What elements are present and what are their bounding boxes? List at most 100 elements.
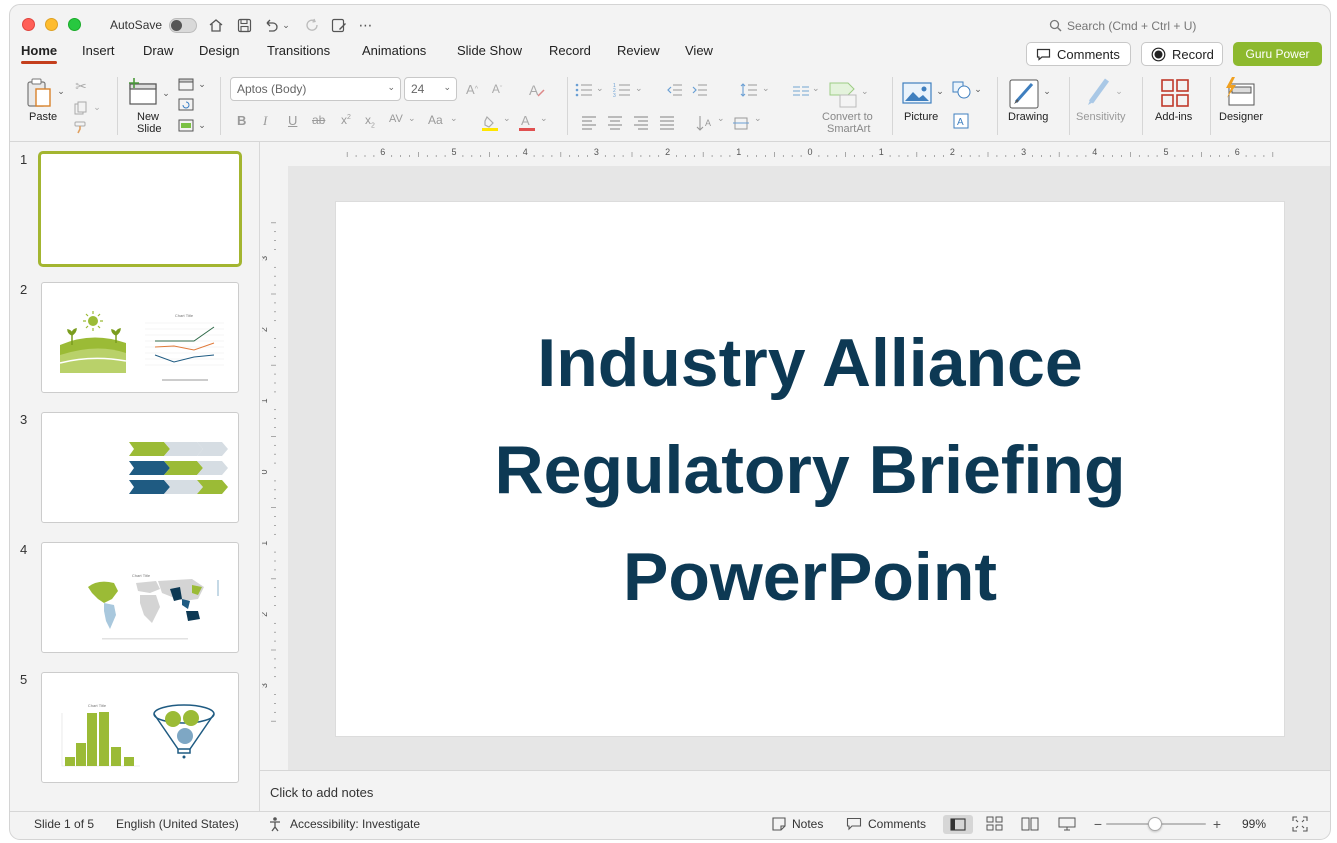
tab-record[interactable]: Record bbox=[549, 43, 591, 58]
section-dropdown-icon[interactable]: ⌄ bbox=[197, 119, 207, 131]
bullets-icon[interactable] bbox=[575, 83, 593, 97]
undo-icon[interactable] bbox=[262, 17, 280, 33]
increase-indent-icon[interactable] bbox=[692, 84, 708, 97]
section-icon[interactable] bbox=[177, 118, 195, 132]
reset-slide-icon[interactable] bbox=[177, 97, 195, 111]
align-right-icon[interactable] bbox=[633, 116, 649, 130]
slide-sorter-icon[interactable] bbox=[986, 816, 1004, 832]
layout-dropdown-icon[interactable]: ⌄ bbox=[197, 78, 207, 90]
highlight-icon[interactable] bbox=[481, 114, 499, 132]
more-commands-icon[interactable]: ⋯ bbox=[357, 17, 375, 33]
font-name-select[interactable]: Aptos (Body) ⌄ bbox=[230, 77, 401, 101]
accessibility-status[interactable]: Accessibility: Investigate bbox=[290, 817, 420, 831]
picture-icon[interactable] bbox=[902, 80, 932, 106]
numbering-icon[interactable]: 123 bbox=[613, 83, 631, 99]
notes-icon[interactable] bbox=[771, 817, 787, 831]
decrease-indent-icon[interactable] bbox=[667, 84, 683, 97]
slide-thumbnail-5[interactable]: Chart Title bbox=[41, 672, 239, 783]
subscript-icon[interactable]: x2 bbox=[365, 113, 375, 129]
line-spacing-icon[interactable] bbox=[740, 82, 758, 98]
language-indicator[interactable]: English (United States) bbox=[116, 817, 239, 831]
paste-icon[interactable] bbox=[25, 77, 55, 111]
zoom-window-button[interactable] bbox=[68, 18, 81, 31]
horizontal-ruler[interactable]: 6 5 4 3 2 1 0 1 2 3 4 5 6 bbox=[280, 144, 1330, 159]
tab-insert[interactable]: Insert bbox=[82, 43, 115, 58]
zoom-level[interactable]: 99% bbox=[1242, 817, 1266, 831]
slide-thumbnail-1[interactable] bbox=[38, 151, 242, 267]
convert-to-smartart-icon[interactable] bbox=[828, 81, 858, 109]
tab-animations[interactable]: Animations bbox=[362, 43, 426, 58]
paste-dropdown-icon[interactable]: ⌄ bbox=[56, 85, 66, 97]
record-button[interactable]: Record bbox=[1141, 42, 1223, 66]
layout-icon[interactable] bbox=[177, 77, 195, 91]
guru-power-button[interactable]: Guru Power bbox=[1233, 42, 1322, 66]
tab-transitions[interactable]: Transitions bbox=[267, 43, 330, 58]
character-spacing-dropdown-icon[interactable]: ⌄ bbox=[408, 113, 416, 124]
font-size-select[interactable]: 24 ⌄ bbox=[404, 77, 457, 101]
zoom-in-icon[interactable]: + bbox=[1211, 816, 1223, 832]
italic-icon[interactable]: I bbox=[263, 113, 267, 129]
clear-formatting-icon[interactable]: A bbox=[527, 81, 547, 99]
accessibility-icon[interactable] bbox=[268, 816, 284, 832]
tab-view[interactable]: View bbox=[685, 43, 713, 58]
cut-icon[interactable]: ✂ bbox=[73, 78, 89, 94]
text-direction-icon[interactable]: A bbox=[696, 115, 714, 131]
shapes-icon[interactable] bbox=[951, 80, 973, 100]
reading-view-icon[interactable] bbox=[1021, 816, 1039, 832]
slide-thumbnail-pane[interactable]: 1 2 Chart Title 3 4 Chart Title 5 Chart … bbox=[10, 142, 259, 811]
zoom-out-icon[interactable]: − bbox=[1092, 816, 1104, 832]
new-slide-dropdown-icon[interactable]: ⌄ bbox=[161, 87, 171, 99]
decrease-font-size-icon[interactable]: Aˇ bbox=[488, 81, 506, 97]
vertical-ruler[interactable]: 3 2 1 0 1 2 3 bbox=[259, 159, 277, 773]
shapes-dropdown-icon[interactable]: ⌄ bbox=[973, 83, 983, 95]
copy-dropdown-icon[interactable]: ⌄ bbox=[92, 101, 102, 113]
slide-thumbnail-4[interactable]: Chart Title bbox=[41, 542, 239, 653]
justify-icon[interactable] bbox=[659, 116, 675, 130]
slide-editing-area[interactable]: Industry Alliance Regulatory Briefing Po… bbox=[288, 166, 1330, 770]
new-slide-icon[interactable] bbox=[127, 77, 159, 107]
comments-status-icon[interactable] bbox=[846, 817, 862, 831]
save-as-icon[interactable] bbox=[330, 17, 348, 33]
redo-icon[interactable] bbox=[303, 17, 321, 33]
search-input[interactable]: Search (Cmd + Ctrl + U) bbox=[1067, 19, 1196, 33]
save-icon[interactable] bbox=[235, 17, 253, 33]
zoom-slider[interactable] bbox=[1106, 817, 1206, 831]
drawing-dropdown-icon[interactable]: ⌄ bbox=[1042, 85, 1052, 97]
slide-title[interactable]: Industry Alliance Regulatory Briefing Po… bbox=[336, 310, 1284, 631]
font-color-dropdown-icon[interactable]: ⌄ bbox=[540, 113, 548, 124]
tab-home[interactable]: Home bbox=[21, 43, 58, 64]
home-icon[interactable] bbox=[207, 17, 225, 33]
columns-icon[interactable] bbox=[792, 85, 810, 97]
designer-icon[interactable] bbox=[1222, 76, 1256, 108]
slide-thumbnail-2[interactable]: Chart Title bbox=[41, 282, 239, 393]
zoom-slider-thumb[interactable] bbox=[1148, 817, 1163, 831]
fit-to-window-icon[interactable] bbox=[1292, 816, 1308, 832]
sensitivity-icon[interactable] bbox=[1085, 76, 1113, 106]
line-spacing-dropdown-icon[interactable]: ⌄ bbox=[762, 83, 770, 94]
comments-button[interactable]: Comments bbox=[1026, 42, 1131, 66]
change-case-icon[interactable]: Aa bbox=[428, 113, 443, 127]
change-case-dropdown-icon[interactable]: ⌄ bbox=[450, 113, 458, 124]
tab-review[interactable]: Review bbox=[617, 43, 660, 58]
minimize-window-button[interactable] bbox=[45, 18, 58, 31]
pane-splitter[interactable] bbox=[259, 142, 260, 811]
tab-draw[interactable]: Draw bbox=[143, 43, 173, 58]
close-window-button[interactable] bbox=[22, 18, 35, 31]
bullets-dropdown-icon[interactable]: ⌄ bbox=[596, 83, 604, 94]
align-center-icon[interactable] bbox=[607, 116, 623, 130]
autosave-toggle[interactable] bbox=[169, 18, 197, 33]
font-color-icon[interactable]: A bbox=[518, 113, 536, 132]
slide-thumbnail-3[interactable] bbox=[41, 412, 239, 523]
superscript-icon[interactable]: x2 bbox=[341, 113, 351, 127]
character-spacing-icon[interactable]: AV bbox=[389, 113, 403, 125]
highlight-dropdown-icon[interactable]: ⌄ bbox=[503, 113, 511, 124]
underline-icon[interactable]: U bbox=[288, 113, 297, 128]
slide-show-icon[interactable] bbox=[1058, 816, 1076, 832]
add-ins-icon[interactable] bbox=[1160, 78, 1190, 108]
numbering-dropdown-icon[interactable]: ⌄ bbox=[635, 83, 643, 94]
undo-dropdown-icon[interactable]: ⌄ bbox=[281, 19, 291, 31]
tab-design[interactable]: Design bbox=[199, 43, 239, 58]
text-box-icon[interactable]: A bbox=[952, 112, 970, 130]
align-text-dropdown-icon[interactable]: ⌄ bbox=[754, 113, 762, 124]
normal-view-button[interactable] bbox=[943, 815, 973, 834]
